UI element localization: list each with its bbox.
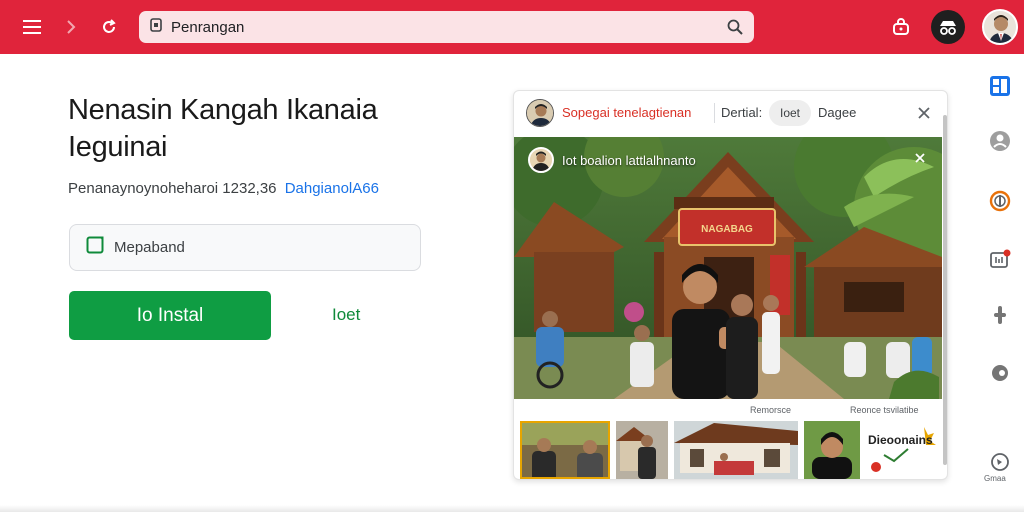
hero-scene: NAGABAG (514, 137, 942, 399)
thumb-label-right: Reonce tsvilatibe (850, 405, 919, 415)
preview-card: Sopegai tenelagtienan Dertial: Ioet Dage… (513, 90, 948, 480)
thumbnail-promo[interactable]: Dieoonains (864, 421, 940, 479)
title-line-2: Ieguinai (68, 131, 168, 163)
meta-link[interactable]: DahgianolA66 (285, 180, 379, 197)
header-divider (714, 103, 715, 123)
install-button[interactable]: Io Instal (69, 291, 271, 340)
browser-toolbar: Penrangan (0, 0, 1024, 54)
secondary-button[interactable]: Ioet (332, 305, 360, 325)
close-icon[interactable] (914, 103, 934, 123)
incognito-avatar[interactable] (931, 10, 965, 44)
reload-icon[interactable] (94, 12, 124, 42)
search-icon[interactable] (726, 18, 744, 41)
thumbnail-1[interactable] (520, 421, 610, 479)
chevron-right-icon[interactable] (56, 12, 86, 42)
page-title: Nenasin Kangah Ikanaia Ieguinai (68, 92, 448, 166)
compass-icon[interactable] (988, 189, 1012, 213)
meta-text: Penanaynoynoheharoi 1232,36 (68, 180, 277, 197)
hero-caption: Iot boalion lattlalhnanto (562, 153, 696, 168)
title-line-1: Nenasin Kangah Ikanaia (68, 94, 378, 126)
hero-image[interactable]: NAGABAG Iot boalion lattlalhnanto (514, 137, 942, 399)
address-text: Penrangan (171, 18, 245, 36)
bag-icon[interactable] (886, 12, 916, 42)
page-info-icon[interactable] (149, 17, 163, 38)
bottom-edge (0, 505, 1024, 512)
grid-icon[interactable] (988, 74, 1012, 98)
channel-name[interactable]: Sopegai tenelagtienan (562, 105, 691, 120)
hero-channel-avatar[interactable] (528, 147, 554, 173)
checkbox-icon[interactable] (86, 236, 104, 259)
thumbnail-4[interactable] (804, 421, 860, 479)
record-icon[interactable] (988, 361, 1012, 385)
thumbnail-labels: Remorsce Reonce tsvilatibe (514, 403, 942, 419)
app-meta: Penanaynoynoheharoi 1232,36 DahgianolA66 (68, 180, 379, 197)
field-label: Mepaband (114, 239, 185, 256)
tab-label[interactable]: Dagee (818, 105, 856, 120)
avatar[interactable] (982, 9, 1018, 45)
promo-text: Dieoonains (868, 433, 933, 447)
detail-label: Dertial: (721, 105, 763, 120)
option-field[interactable]: Mepaband (69, 224, 421, 271)
thumb-label-left: Remorsce (750, 405, 792, 415)
badge-icon[interactable] (988, 247, 1012, 271)
card-header: Sopegai tenelagtienan Dertial: Ioet Dage… (514, 91, 947, 135)
person-icon[interactable] (988, 129, 1012, 153)
hamburger-icon[interactable] (17, 12, 47, 42)
close-icon[interactable] (914, 151, 926, 169)
filter-chip[interactable]: Ioet (769, 100, 811, 126)
card-scrollbar[interactable] (943, 115, 947, 465)
thumbnail-3[interactable] (674, 421, 798, 479)
address-bar[interactable]: Penrangan (139, 11, 754, 43)
channel-avatar[interactable] (526, 99, 554, 127)
globe-icon[interactable] (988, 450, 1012, 474)
thumbnail-2[interactable] (616, 421, 668, 479)
svg-text:NAGABAG: NAGABAG (701, 224, 753, 235)
thumbnail-strip: Dieoonains (520, 421, 940, 479)
pin-icon[interactable] (988, 303, 1012, 327)
rail-bottom-label: Gmaa (984, 474, 1006, 483)
